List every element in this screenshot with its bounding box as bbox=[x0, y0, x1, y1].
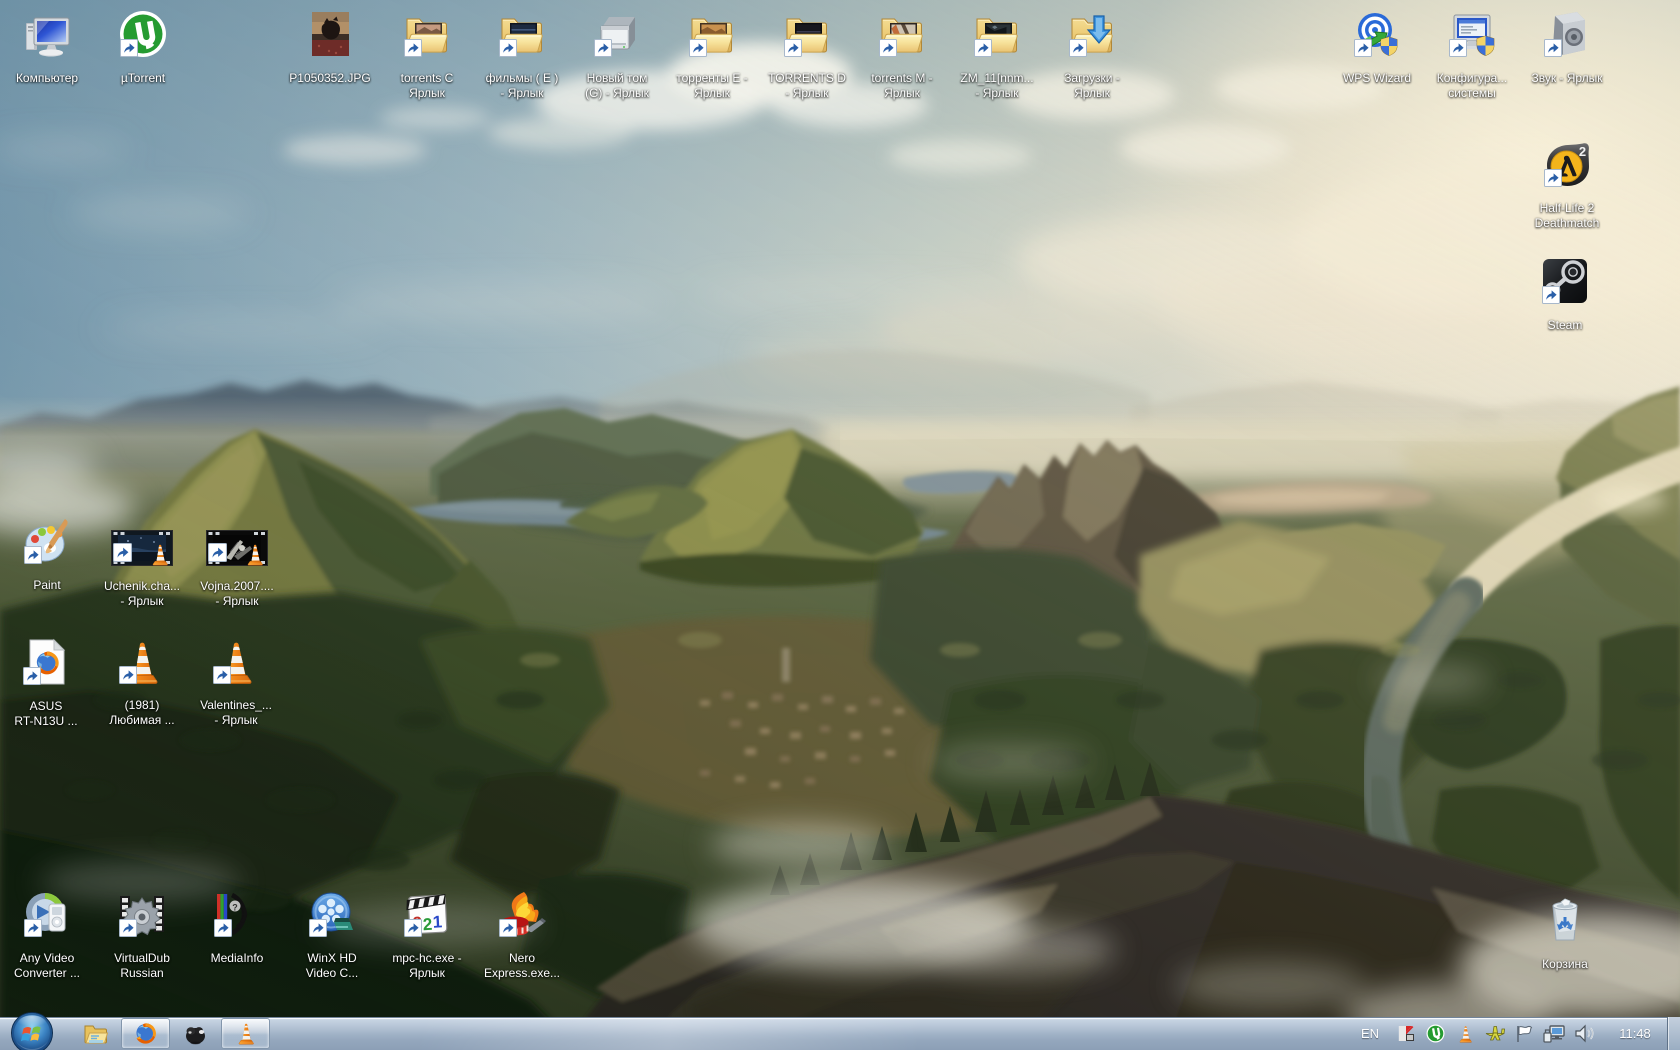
svg-text:2: 2 bbox=[422, 915, 432, 934]
svg-text:?: ? bbox=[232, 903, 238, 913]
svg-text:2: 2 bbox=[1579, 144, 1586, 159]
svg-text:1: 1 bbox=[432, 912, 442, 931]
